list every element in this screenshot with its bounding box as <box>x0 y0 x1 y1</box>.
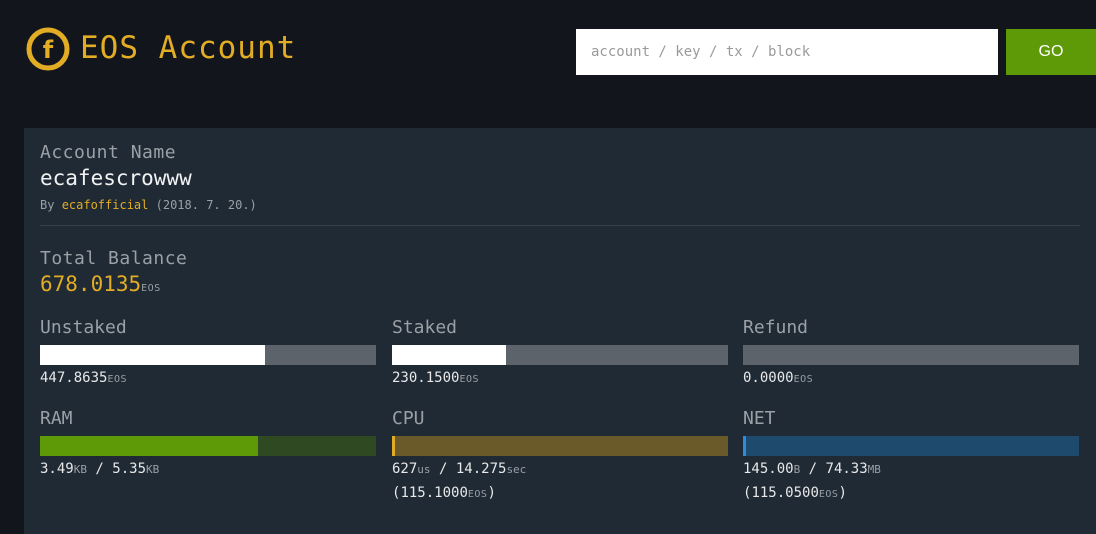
cpu-usage: 627us / 14.275sec <box>392 461 728 477</box>
net-bar-fill <box>743 436 746 456</box>
staked-unit: EOS <box>459 374 479 385</box>
cpu-stake-close: ) <box>487 485 496 501</box>
refund-bar <box>743 345 1079 365</box>
staked-block: Staked 230.1500EOS <box>392 317 728 386</box>
app-title: EOS Account <box>80 30 297 66</box>
divider <box>40 225 1080 226</box>
unstaked-amount: 447.8635 <box>40 370 108 386</box>
cpu-stake-amount: 115.1000 <box>400 485 468 501</box>
refund-block: Refund 0.0000EOS <box>743 317 1079 386</box>
net-used-unit: B <box>793 463 801 476</box>
by-prefix: By <box>40 198 55 212</box>
account-name-label: Account Name <box>40 142 177 163</box>
ram-used-unit: KB <box>73 463 87 476</box>
cpu-bar-fill <box>392 436 395 456</box>
creator-link[interactable]: ecafofficial <box>62 198 149 212</box>
account-name: ecafescrowww <box>40 166 192 190</box>
staked-value: 230.1500EOS <box>392 370 728 386</box>
net-label: NET <box>743 408 776 429</box>
refund-amount: 0.0000 <box>743 370 794 386</box>
net-bar <box>743 436 1079 456</box>
staked-label: Staked <box>392 317 458 338</box>
cpu-label: CPU <box>392 408 425 429</box>
ram-total-unit: KB <box>146 463 160 476</box>
total-balance-value: 678.0135EOS <box>40 272 161 296</box>
created-date: (2018. 7. 20.) <box>155 198 257 212</box>
net-total-unit: MB <box>867 463 881 476</box>
ram-bar-fill <box>40 436 258 456</box>
net-used: 145.00 <box>743 461 794 477</box>
unstaked-block: Unstaked 447.8635EOS <box>40 317 376 386</box>
total-balance-label: Total Balance <box>40 248 188 269</box>
unstaked-value: 447.8635EOS <box>40 370 376 386</box>
net-stake-unit: EOS <box>818 489 839 500</box>
ram-sep: / <box>95 461 104 477</box>
header: f EOS Account GO <box>0 0 1096 128</box>
cpu-used: 627 <box>392 461 418 477</box>
logo-glyph: f <box>43 36 54 64</box>
logo-icon[interactable]: f <box>26 27 70 71</box>
ram-usage: 3.49KB / 5.35KB <box>40 461 376 477</box>
net-usage: 145.00B / 74.33MB <box>743 461 1079 477</box>
staked-bar-fill <box>392 345 506 365</box>
refund-label: Refund <box>743 317 809 338</box>
unstaked-bar <box>40 345 376 365</box>
cpu-block: CPU 627us / 14.275sec (115.1000EOS) <box>392 408 728 501</box>
net-stake: (115.0500EOS) <box>743 485 1079 501</box>
ram-total: 5.35 <box>112 461 146 477</box>
cpu-stake: (115.1000EOS) <box>392 485 728 501</box>
account-created-by: By ecafofficial (2018. 7. 20.) <box>40 198 257 212</box>
refund-value: 0.0000EOS <box>743 370 1079 386</box>
cpu-total-unit: sec <box>506 463 527 476</box>
cpu-bar <box>392 436 728 456</box>
net-stake-close: ) <box>838 485 847 501</box>
cpu-used-unit: us <box>417 463 431 476</box>
unstaked-unit: EOS <box>107 374 127 385</box>
staked-bar <box>392 345 728 365</box>
ram-block: RAM 3.49KB / 5.35KB <box>40 408 376 477</box>
cpu-sep: / <box>438 461 448 477</box>
account-panel: Account Name ecafescrowww By ecafofficia… <box>24 128 1096 534</box>
total-balance-unit: EOS <box>141 283 161 294</box>
refund-unit: EOS <box>793 374 814 385</box>
search-input[interactable] <box>576 29 998 75</box>
net-stake-amount: 115.0500 <box>751 485 819 501</box>
ram-used: 3.49 <box>40 461 74 477</box>
unstaked-label: Unstaked <box>40 317 127 338</box>
total-balance-amount: 678.0135 <box>40 272 142 296</box>
net-sep: / <box>808 461 818 477</box>
ram-label: RAM <box>40 408 73 429</box>
ram-bar <box>40 436 376 456</box>
cpu-total: 14.275 <box>455 461 507 477</box>
net-total: 74.33 <box>825 461 868 477</box>
go-button[interactable]: GO <box>1006 29 1096 75</box>
staked-amount: 230.1500 <box>392 370 460 386</box>
net-block: NET 145.00B / 74.33MB (115.0500EOS) <box>743 408 1079 501</box>
cpu-stake-unit: EOS <box>467 489 488 500</box>
unstaked-bar-fill <box>40 345 265 365</box>
